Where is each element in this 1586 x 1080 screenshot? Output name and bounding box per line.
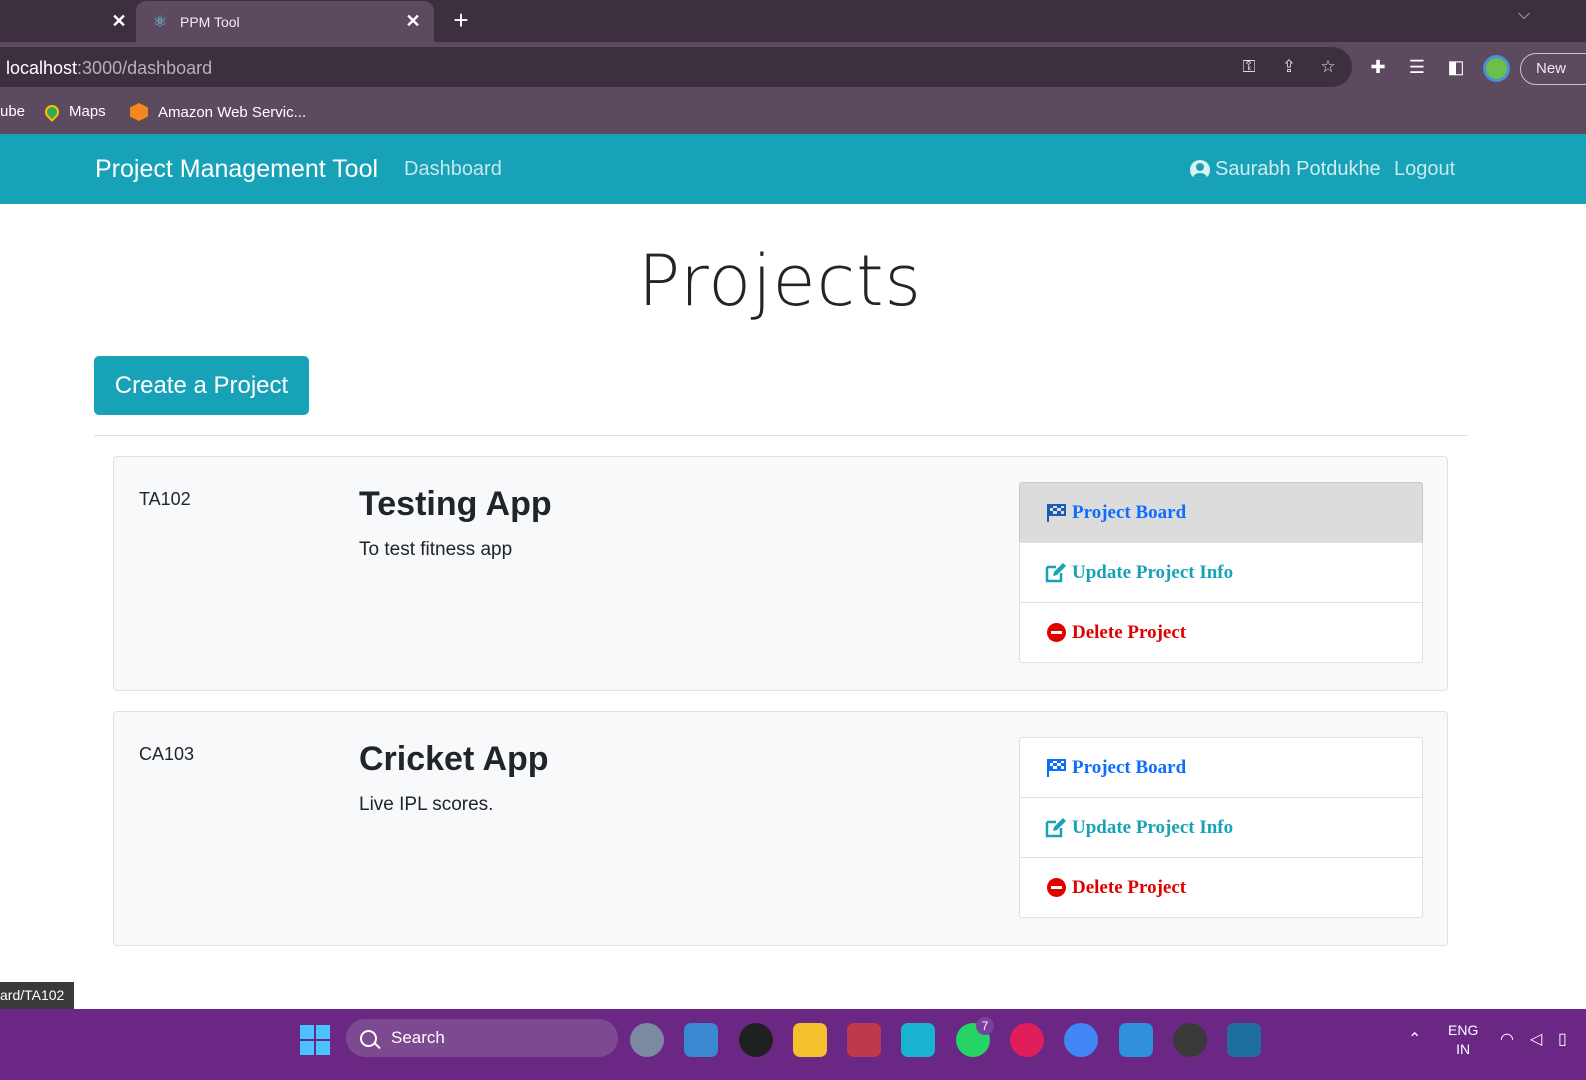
key-icon[interactable]: ⚿: [1238, 57, 1260, 79]
remote-desktop-icon[interactable]: [901, 1023, 935, 1057]
chrome-icon[interactable]: [1064, 1023, 1098, 1057]
edit-icon: [1045, 817, 1067, 838]
browser-tab-active[interactable]: ⚛ PPM Tool ✕: [136, 1, 434, 42]
divider: [94, 435, 1467, 436]
new-button[interactable]: New: [1520, 53, 1586, 85]
update-project-link[interactable]: Update Project Info: [1019, 797, 1423, 858]
react-icon: ⚛: [152, 13, 168, 31]
wifi-icon[interactable]: ◠: [1500, 1029, 1514, 1049]
project-board-link[interactable]: Project Board: [1019, 737, 1423, 798]
bookmark-label: ube: [0, 103, 26, 120]
tab-title: PPM Tool: [180, 13, 240, 30]
volume-icon[interactable]: ◁: [1530, 1029, 1542, 1049]
page-title: Projects: [638, 240, 922, 322]
aws-icon: [130, 103, 148, 121]
action-label: Update Project Info: [1072, 816, 1234, 838]
action-label: Delete Project: [1072, 621, 1187, 643]
flag-checkered-icon: [1045, 503, 1067, 523]
project-board-link[interactable]: Project Board: [1019, 482, 1423, 543]
sidepanel-icon[interactable]: ◧: [1444, 57, 1468, 81]
slack-icon[interactable]: [1010, 1023, 1044, 1057]
minus-circle-icon: [1045, 623, 1067, 643]
chevron-up-icon[interactable]: ⌃: [1408, 1029, 1421, 1049]
action-label: Delete Project: [1072, 876, 1187, 898]
browser-toolbar: localhost:3000/dashboard ⚿ ⇪ ☆ ✚ ☰ ◧ New: [0, 42, 1586, 90]
app-navbar: Project Management Tool Dashboard Saurab…: [0, 134, 1586, 204]
url-host: localhost: [6, 58, 78, 78]
navbar-brand[interactable]: Project Management Tool: [95, 155, 378, 184]
bookmarks-bar: ube Maps Amazon Web Servic...: [0, 90, 1586, 134]
settings-app-icon[interactable]: [630, 1023, 664, 1057]
action-label: Project Board: [1072, 501, 1187, 523]
snipping-tool-icon[interactable]: [847, 1023, 881, 1057]
maps-icon: [42, 101, 62, 122]
project-name: Cricket App: [359, 740, 549, 778]
lang-region: IN: [1456, 1041, 1471, 1057]
share-icon[interactable]: ⇪: [1278, 57, 1300, 79]
bookmark-label: Amazon Web Servic...: [158, 103, 307, 121]
mysql-workbench-icon[interactable]: [1227, 1023, 1261, 1057]
monitor-app-icon[interactable]: [684, 1023, 718, 1057]
nav-logout[interactable]: Logout: [1394, 158, 1455, 181]
extension-icon[interactable]: ✚: [1366, 57, 1390, 81]
ide-icon[interactable]: [1173, 1023, 1207, 1057]
bookmark-label: Maps: [69, 103, 106, 120]
project-name: Testing App: [359, 485, 552, 523]
edit-icon: [1045, 562, 1067, 583]
taskbar-search[interactable]: Search: [346, 1019, 618, 1057]
obs-app-icon[interactable]: [739, 1023, 773, 1057]
user-name: Saurabh Potdukhe: [1215, 158, 1381, 180]
search-icon: [360, 1029, 377, 1047]
vscode-icon[interactable]: [1119, 1023, 1153, 1057]
delete-project-link[interactable]: Delete Project: [1019, 857, 1423, 918]
close-icon[interactable]: ✕: [402, 10, 424, 32]
url-text[interactable]: localhost:3000/dashboard: [6, 58, 212, 79]
whatsapp-icon[interactable]: 7: [956, 1017, 994, 1057]
nav-dashboard[interactable]: Dashboard: [404, 158, 502, 181]
project-card: CA103 Cricket App Live IPL scores. Proje…: [113, 711, 1448, 946]
delete-project-link[interactable]: Delete Project: [1019, 602, 1423, 663]
language-indicator[interactable]: ENG IN: [1448, 1021, 1478, 1059]
bookmark-youtube[interactable]: ube: [0, 103, 25, 120]
browser-tab-strip: ✕ ⚛ PPM Tool ✕ + ⌵: [0, 0, 1586, 42]
search-label: Search: [391, 1028, 445, 1047]
user-circle-icon: [1190, 159, 1210, 180]
url-path: :3000/dashboard: [77, 58, 213, 78]
project-card: TA102 Testing App To test fitness app Pr…: [113, 456, 1448, 691]
new-tab-button[interactable]: +: [448, 7, 474, 33]
update-project-link[interactable]: Update Project Info: [1019, 542, 1423, 603]
close-icon[interactable]: ✕: [108, 10, 130, 32]
status-url-tooltip: ard/TA102: [0, 982, 75, 1009]
project-actions: Project Board Update Project Info Delete…: [1019, 737, 1423, 918]
taskbar: Search 7 ⌃ ENG IN ◠ ◁ ▯: [0, 1009, 1586, 1080]
project-description: Live IPL scores.: [359, 794, 494, 815]
browser-tab-previous[interactable]: ✕: [0, 0, 136, 42]
media-icon[interactable]: ☰: [1405, 57, 1429, 81]
folder-app-icon[interactable]: [793, 1023, 827, 1057]
minus-circle-icon: [1045, 878, 1067, 898]
profile-avatar[interactable]: [1483, 55, 1510, 82]
action-label: Project Board: [1072, 756, 1187, 778]
project-actions: Project Board Update Project Info Delete…: [1019, 482, 1423, 663]
project-id: TA102: [139, 489, 191, 509]
whatsapp-badge: 7: [976, 1017, 994, 1035]
bookmark-maps[interactable]: Maps: [42, 101, 106, 122]
project-id: CA103: [139, 744, 195, 764]
lang-code: ENG: [1448, 1022, 1479, 1038]
action-label: Update Project Info: [1072, 561, 1234, 583]
bookmark-aws[interactable]: Amazon Web Servic...: [130, 103, 306, 121]
chevron-down-icon[interactable]: ⌵: [1518, 6, 1530, 24]
create-project-button[interactable]: Create a Project: [94, 356, 309, 415]
project-description: To test fitness app: [359, 539, 513, 560]
nav-user[interactable]: Saurabh Potdukhe: [1190, 158, 1381, 181]
windows-icon[interactable]: [300, 1025, 330, 1055]
star-icon[interactable]: ☆: [1317, 57, 1339, 79]
battery-icon[interactable]: ▯: [1558, 1029, 1567, 1049]
flag-checkered-icon: [1045, 758, 1067, 778]
